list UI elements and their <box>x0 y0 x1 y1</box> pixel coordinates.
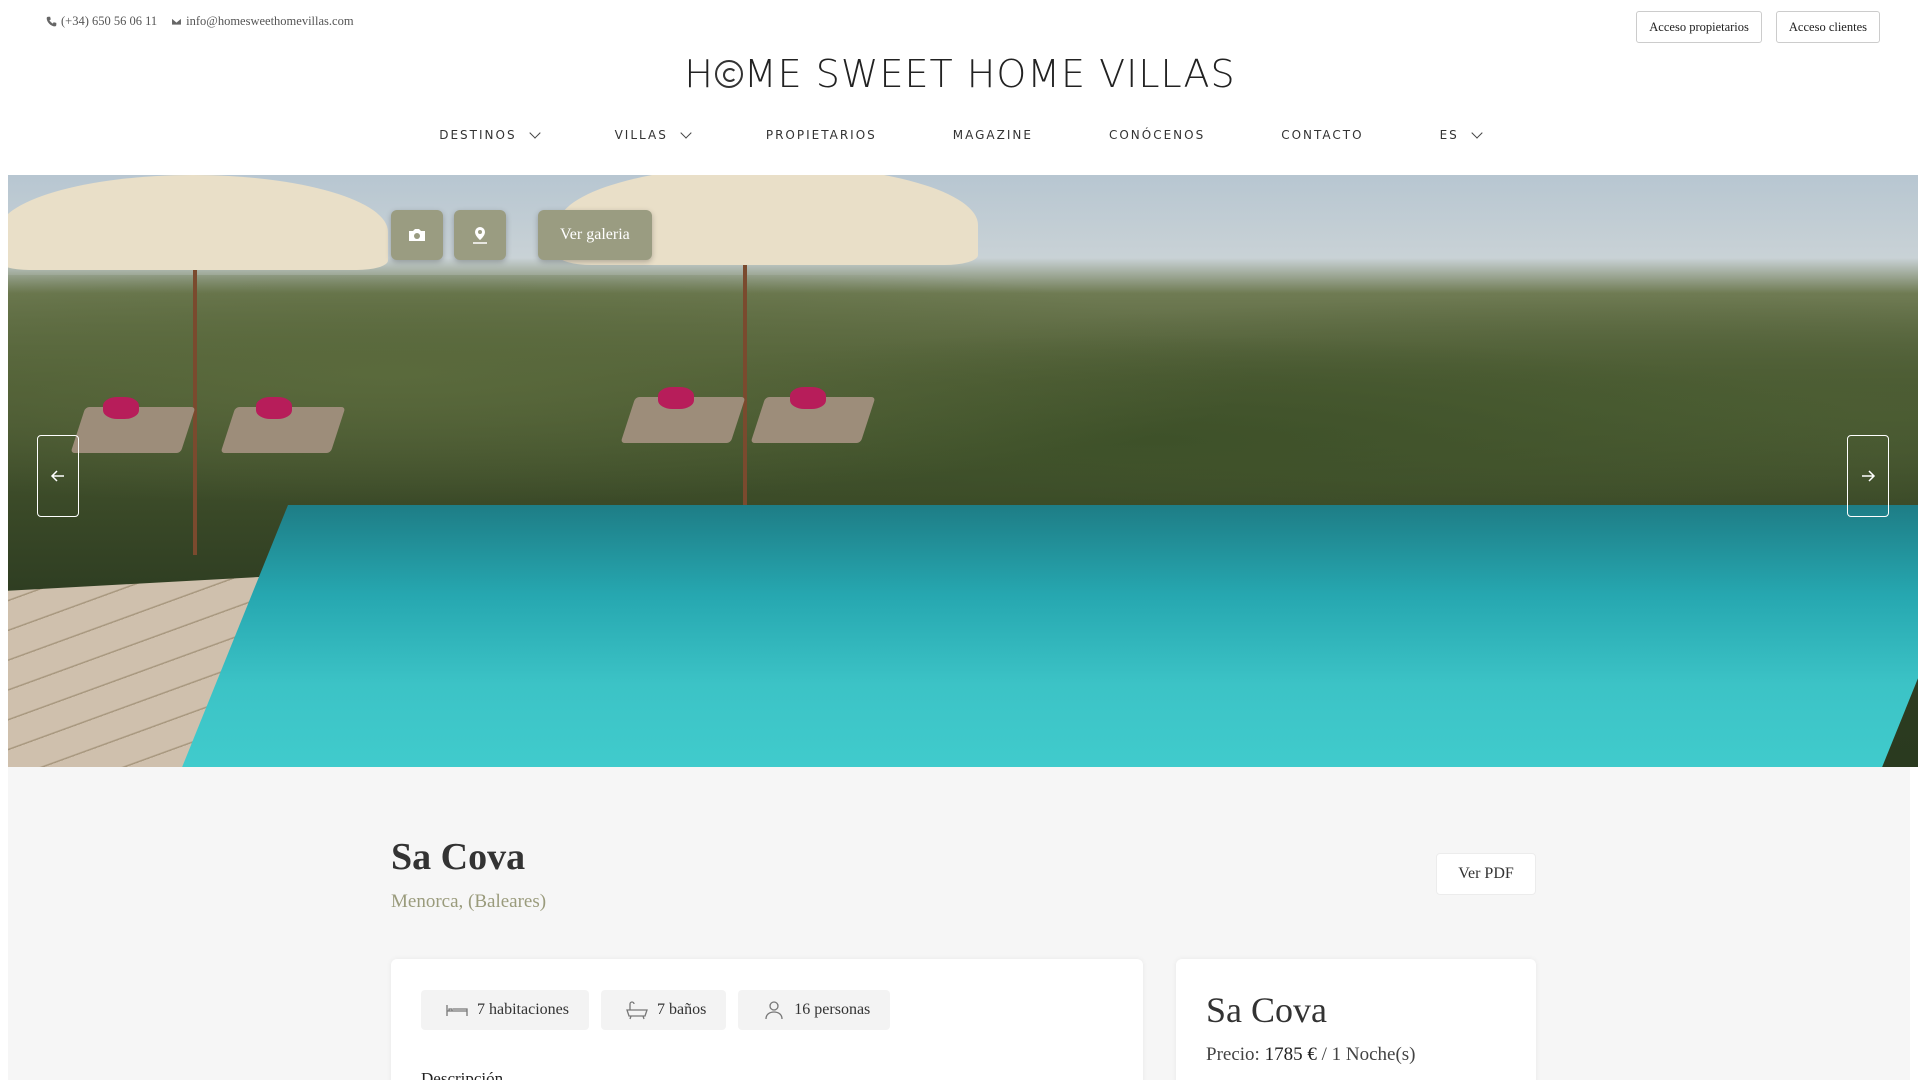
bathtub-icon <box>626 1001 648 1020</box>
price-value: 1785 € <box>1264 1044 1317 1065</box>
camera-icon <box>409 229 425 241</box>
logo-swirl-icon <box>714 60 743 88</box>
nav-item-label: MAGAZINE <box>952 128 1033 142</box>
bed-icon <box>446 1005 468 1016</box>
arrow-right-icon <box>1862 470 1876 482</box>
guests-chip: 16 personas <box>738 990 891 1030</box>
arrow-left-icon <box>50 470 64 482</box>
chevron-down-icon <box>528 126 541 139</box>
nav-item-contacto[interactable]: CONTACTO <box>1243 124 1401 146</box>
nav-item-concenos[interactable]: CONÓCENOS <box>1071 124 1243 146</box>
booking-title: Sa Cova <box>1206 990 1327 1030</box>
gallery-button[interactable]: Ver galeria <box>538 210 652 260</box>
email-text: info@homesweethomevillas.com <box>186 14 354 28</box>
phone-link[interactable]: (+34) 650 56 06 11 <box>46 14 157 29</box>
nav-item-propietarios[interactable]: PROPIETARIOS <box>728 124 915 146</box>
property-title: Sa Cova <box>391 836 526 878</box>
chevron-down-icon <box>680 126 692 139</box>
nav-item-label: CONÓCENOS <box>1108 128 1206 142</box>
owners-access-button[interactable]: Acceso propietarios <box>1636 11 1762 43</box>
hero-slider[interactable]: Ver galeria <box>8 175 1918 767</box>
price-label: Precio: <box>1206 1044 1260 1065</box>
nav-item-destinos[interactable]: DESTINOS <box>401 124 576 146</box>
next-slide-button[interactable] <box>1847 435 1889 517</box>
logo-text-start: H <box>684 52 714 96</box>
clients-access-button[interactable]: Acceso clientes <box>1775 11 1880 43</box>
top-bar: (+34) 650 56 06 11 info@homesweethomevil… <box>0 0 1920 43</box>
booking-card: Sa Cova Precio: 1785 € / 1 Noche(s) <box>1176 959 1536 1080</box>
map-button[interactable] <box>454 210 506 260</box>
nav-item-label: PROPIETARIOS <box>765 128 877 142</box>
email-link[interactable]: info@homesweethomevillas.com <box>171 14 354 29</box>
map-pin-icon <box>473 227 487 244</box>
phone-text: (+34) 650 56 06 11 <box>61 14 158 28</box>
chevron-down-icon <box>1471 126 1483 139</box>
guests-text: 16 personas <box>794 1001 871 1018</box>
property-features: 7 habitaciones 7 baños 16 personas <box>421 990 891 1030</box>
phone-icon <box>46 16 57 27</box>
description-heading: Descripción <box>421 1069 504 1080</box>
bedrooms-chip: 7 habitaciones <box>421 990 589 1030</box>
bathrooms-text: 7 baños <box>656 1001 707 1018</box>
property-location: Menorca, (Baleares) <box>391 891 547 912</box>
prev-slide-button[interactable] <box>37 435 79 517</box>
contact-info: (+34) 650 56 06 11 info@homesweethomevil… <box>46 14 354 29</box>
site-logo[interactable]: H ME SWEET HOME VILLAS <box>0 52 1920 96</box>
property-section: Sa Cova Menorca, (Baleares) Ver PDF 7 ha… <box>8 767 1910 1080</box>
price-unit: / 1 Noche(s) <box>1321 1044 1416 1065</box>
bedrooms-text: 7 habitaciones <box>477 1001 569 1018</box>
price-line: Precio: 1785 € / 1 Noche(s) <box>1206 1044 1416 1066</box>
bathrooms-chip: 7 baños <box>600 990 727 1030</box>
nav-item-label: ES <box>1439 128 1459 142</box>
envelope-icon <box>171 17 182 26</box>
nav-item-villas[interactable]: VILLAS <box>577 124 728 146</box>
view-pdf-button[interactable]: Ver PDF <box>1436 853 1536 895</box>
logo-text-end: ME SWEET HOME VILLAS <box>743 52 1236 96</box>
person-icon <box>765 1001 783 1020</box>
nav-item-label: DESTINOS <box>439 128 517 142</box>
photos-button[interactable] <box>391 210 443 260</box>
nav-item-es[interactable]: ES <box>1402 124 1519 146</box>
nav-item-label: CONTACTO <box>1281 128 1364 142</box>
nav-item-label: VILLAS <box>614 128 668 142</box>
nav-item-magazine[interactable]: MAGAZINE <box>915 124 1071 146</box>
main-nav: DESTINOS VILLAS PROPIETARIOS MAGAZINE CONÓCE… <box>0 124 1920 146</box>
access-buttons: Acceso propietarios Acceso clientes <box>1636 11 1880 43</box>
property-details-card: 7 habitaciones 7 baños 16 personas Descr… <box>391 959 1143 1080</box>
